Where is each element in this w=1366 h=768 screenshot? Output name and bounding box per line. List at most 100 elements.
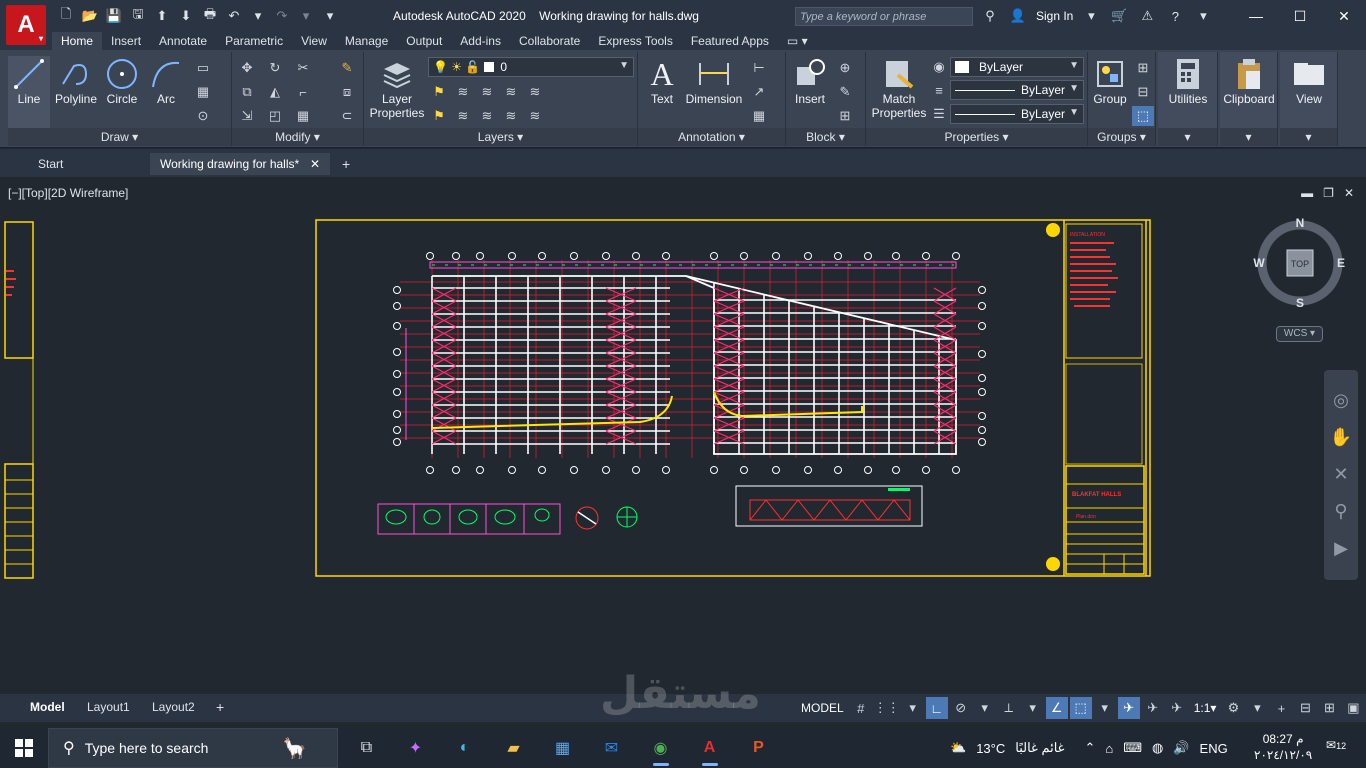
circle-button[interactable]: Circle: [104, 56, 140, 106]
scale-icon[interactable]: ◰: [264, 106, 286, 126]
color-wheel-icon[interactable]: ◉: [928, 57, 950, 77]
minimize-icon[interactable]: —: [1234, 0, 1278, 32]
tab-layout2[interactable]: Layout2: [152, 697, 195, 717]
annotation-visibility-icon[interactable]: ✈: [1117, 697, 1140, 719]
stretch-icon[interactable]: ⇲: [236, 106, 258, 126]
ortho-icon[interactable]: ∟: [925, 697, 948, 719]
copilot-icon[interactable]: ✦: [391, 728, 440, 768]
user-icon[interactable]: 👤: [1008, 6, 1028, 26]
cart-icon[interactable]: 🛒: [1109, 6, 1129, 26]
tab-parametric[interactable]: Parametric: [216, 32, 292, 50]
linetype-icon[interactable]: ≡: [928, 80, 950, 100]
input-indicator-icon[interactable]: ⌨: [1123, 740, 1142, 756]
offset-icon[interactable]: ⊂: [336, 106, 358, 126]
hatch-icon[interactable]: ▦: [192, 82, 214, 102]
annotation-panel-title[interactable]: Annotation ▾: [638, 128, 785, 146]
viewcube[interactable]: TOP N S E W: [1253, 216, 1347, 310]
tab-collaborate[interactable]: Collaborate: [510, 32, 589, 50]
dimension-button[interactable]: Dimension: [684, 56, 744, 106]
clipboard-button[interactable]: Clipboard: [1220, 56, 1278, 106]
add-layout-icon[interactable]: +: [216, 697, 224, 717]
viewport-minimize-icon[interactable]: ▬: [1301, 186, 1313, 200]
sign-in-dropdown-icon[interactable]: ▾: [1081, 6, 1101, 26]
tab-working-drawing[interactable]: Working drawing for halls* ✕: [150, 153, 330, 175]
quick-properties-icon[interactable]: ⊞: [1318, 697, 1340, 719]
trim-icon[interactable]: ✂: [292, 58, 314, 78]
redo-dropdown-icon[interactable]: ▾: [296, 6, 316, 26]
mirror-icon[interactable]: ◭: [264, 82, 286, 102]
zoom-extents-icon[interactable]: ✕: [1333, 464, 1348, 485]
pan-icon[interactable]: ✋: [1330, 427, 1352, 448]
new-tab-button[interactable]: +: [334, 153, 360, 175]
array-icon[interactable]: ▦: [292, 106, 314, 126]
open-web-icon[interactable]: ⬆: [152, 6, 172, 26]
binoculars-icon[interactable]: ⚲: [980, 6, 1000, 26]
edit-block-icon[interactable]: ✎: [834, 82, 856, 102]
task-view-icon[interactable]: ⧉: [342, 728, 391, 768]
arc-button[interactable]: Arc: [148, 56, 184, 106]
viewport-close-icon[interactable]: ✕: [1344, 186, 1354, 200]
microsoft-store-icon[interactable]: ▦: [538, 728, 587, 768]
snap-icon[interactable]: ⋮⋮: [874, 697, 900, 719]
sign-in-link[interactable]: Sign In: [1036, 9, 1073, 23]
powerpoint-icon[interactable]: P: [734, 728, 783, 768]
table-icon[interactable]: ▦: [748, 106, 770, 126]
layer-dropdown[interactable]: 💡 ☀ 🔓 0 ▼: [428, 57, 634, 77]
redo-icon[interactable]: ↷: [272, 6, 292, 26]
file-explorer-icon[interactable]: ▰: [489, 728, 538, 768]
customize-qat-icon[interactable]: ▾: [320, 6, 340, 26]
volume-icon[interactable]: 🔊: [1173, 740, 1189, 756]
move-icon[interactable]: ✥: [236, 58, 258, 78]
orbit-icon[interactable]: ⚲: [1334, 501, 1347, 522]
layer-tool-6-icon[interactable]: ⚑: [428, 106, 450, 126]
polyline-button[interactable]: Polyline: [52, 56, 100, 106]
leader-icon[interactable]: ↗: [748, 82, 770, 102]
save-web-icon[interactable]: ⬇: [176, 6, 196, 26]
showmotion-icon[interactable]: ▶: [1334, 538, 1348, 559]
properties-panel-title[interactable]: Properties ▾: [866, 128, 1087, 146]
network-icon[interactable]: ◍: [1152, 740, 1163, 756]
undo-dropdown-icon[interactable]: ▾: [248, 6, 268, 26]
tab-view[interactable]: View: [292, 32, 336, 50]
weather-description[interactable]: غائم غالبًا: [1015, 740, 1064, 756]
layer-tool-1-icon[interactable]: ⚑: [428, 82, 450, 102]
copy-icon[interactable]: ⧉: [236, 82, 258, 102]
create-block-icon[interactable]: ⊕: [834, 58, 856, 78]
layer-tool-9-icon[interactable]: ≋: [500, 106, 522, 126]
groups-panel-title[interactable]: Groups ▾: [1088, 128, 1155, 146]
erase-icon[interactable]: ✎: [336, 58, 358, 78]
drawing-canvas[interactable]: INSTALLATION BLAKFAT HALLS Plan don: [0, 178, 1366, 694]
device-icon[interactable]: ⌂: [1105, 741, 1113, 756]
plot-icon[interactable]: 🖶: [200, 6, 220, 26]
ellipse-icon[interactable]: ⊙: [192, 106, 214, 126]
undo-icon[interactable]: ↶: [224, 6, 244, 26]
workspace-dropdown-icon[interactable]: ▾: [1246, 697, 1268, 719]
share-icon[interactable]: ⚠: [1137, 6, 1157, 26]
color-dropdown[interactable]: ByLayer ▼: [950, 57, 1084, 77]
open-icon[interactable]: 📂: [80, 6, 100, 26]
explode-icon[interactable]: ⧈: [336, 82, 358, 102]
help-dropdown-icon[interactable]: ▾: [1193, 6, 1213, 26]
multileader-icon[interactable]: ⊢: [748, 58, 770, 78]
annotation-scale-icon[interactable]: ✈: [1166, 697, 1188, 719]
weather-temperature[interactable]: 13°C: [976, 741, 1005, 756]
tab-express-tools[interactable]: Express Tools: [589, 32, 681, 50]
match-properties-button[interactable]: Match Properties: [870, 56, 928, 120]
drawing-viewport[interactable]: INSTALLATION BLAKFAT HALLS Plan don [−][…: [0, 178, 1366, 694]
model-space-toggle[interactable]: MODEL: [797, 697, 848, 719]
draw-panel-title[interactable]: Draw ▾: [8, 128, 231, 146]
application-menu-button[interactable]: A ▾: [6, 5, 46, 45]
tab-featured-apps[interactable]: Featured Apps: [682, 32, 778, 50]
close-tab-icon[interactable]: ✕: [310, 153, 320, 175]
save-icon[interactable]: 💾: [104, 6, 124, 26]
isodraft-icon[interactable]: ⟂: [998, 697, 1020, 719]
workspace-gear-icon[interactable]: ⚙: [1222, 697, 1244, 719]
linetype-dropdown[interactable]: ByLayer ▼: [950, 80, 1084, 100]
tab-manage[interactable]: Manage: [336, 32, 397, 50]
help-icon[interactable]: ?: [1165, 6, 1185, 26]
edge-icon[interactable]: ◐: [440, 728, 489, 768]
clipboard-dropdown-icon[interactable]: ▾: [1220, 128, 1277, 146]
snap-dropdown-icon[interactable]: ▾: [902, 697, 924, 719]
object-snap-dropdown-icon[interactable]: ▾: [1094, 697, 1116, 719]
lineweight-dropdown[interactable]: ByLayer ▼: [950, 104, 1084, 124]
